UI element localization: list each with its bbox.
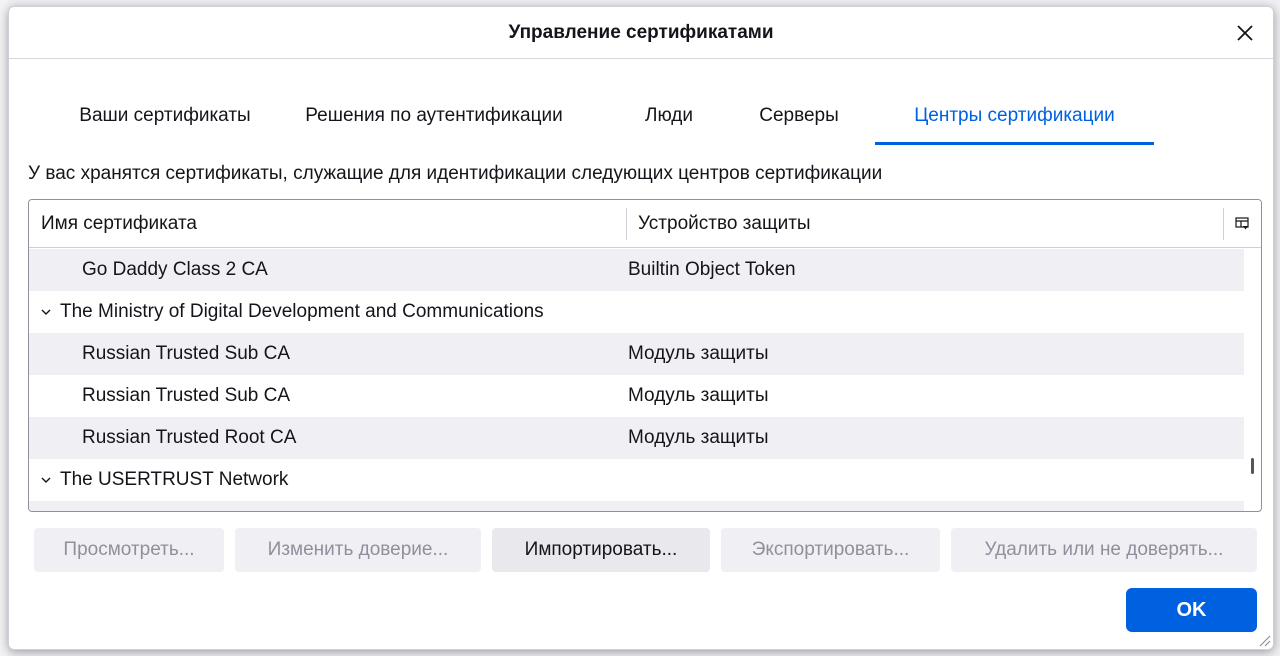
tab-authorities[interactable]: Центры сертификации <box>875 87 1154 145</box>
tab-people[interactable]: Люди <box>619 87 719 145</box>
dialog-titlebar: Управление сертификатами <box>9 7 1273 59</box>
dialog-title: Управление сертификатами <box>508 21 774 43</box>
tab-label: Решения по аутентификации <box>305 105 563 126</box>
column-picker-icon <box>1235 217 1249 230</box>
tree-group-row[interactable]: The USERTRUST Network <box>29 459 1244 501</box>
description-text: У вас хранятся сертификаты, служащие для… <box>28 163 883 184</box>
tab-label: Люди <box>644 105 693 126</box>
tab-servers[interactable]: Серверы <box>744 87 854 145</box>
close-icon <box>1237 25 1253 41</box>
table-row[interactable] <box>29 501 1244 511</box>
column-header-name[interactable]: Имя сертификата <box>41 200 197 248</box>
table-row[interactable]: Go Daddy Class 2 CA Builtin Object Token <box>29 249 1244 291</box>
chevron-down-icon[interactable] <box>39 473 53 487</box>
tab-bar: Ваши сертификаты Решения по аутентификац… <box>9 87 1273 145</box>
ok-button[interactable]: OK <box>1126 588 1257 632</box>
certificate-manager-dialog: Управление сертификатами Ваши сертификат… <box>8 6 1274 650</box>
edit-trust-button[interactable]: Изменить доверие... <box>235 528 481 572</box>
tree-rows: Go Daddy Class 2 CA Builtin Object Token… <box>29 249 1244 511</box>
column-picker-button[interactable] <box>1223 200 1261 248</box>
tab-label: Ваши сертификаты <box>79 105 251 126</box>
view-button[interactable]: Просмотреть... <box>34 528 224 572</box>
tree-group-row[interactable]: The Ministry of Digital Development and … <box>29 291 1244 333</box>
tab-label: Серверы <box>759 105 839 126</box>
close-button[interactable] <box>1229 17 1261 49</box>
tab-your-certificates[interactable]: Ваши сертификаты <box>45 87 285 145</box>
tree-header: Имя сертификата Устройство защиты <box>29 200 1261 248</box>
import-button[interactable]: Импортировать... <box>492 528 710 572</box>
vertical-scrollbar[interactable] <box>1247 250 1257 511</box>
resize-grip-icon[interactable] <box>1255 631 1271 647</box>
tab-label: Центры сертификации <box>914 105 1115 126</box>
table-row[interactable]: Russian Trusted Root CA Модуль защиты <box>29 417 1244 459</box>
export-button[interactable]: Экспортировать... <box>721 528 940 572</box>
column-separator[interactable] <box>626 208 627 240</box>
certificate-tree[interactable]: Имя сертификата Устройство защиты Go Dad… <box>28 199 1262 512</box>
table-row[interactable]: Russian Trusted Sub CA Модуль защиты <box>29 333 1244 375</box>
column-header-device[interactable]: Устройство защиты <box>638 200 811 248</box>
background-strip <box>0 0 8 656</box>
scrollbar-thumb[interactable] <box>1251 458 1254 474</box>
chevron-down-icon[interactable] <box>39 305 53 319</box>
tab-authentication-decisions[interactable]: Решения по аутентификации <box>289 87 579 145</box>
delete-distrust-button[interactable]: Удалить или не доверять... <box>951 528 1257 572</box>
table-row[interactable]: Russian Trusted Sub CA Модуль защиты <box>29 375 1244 417</box>
